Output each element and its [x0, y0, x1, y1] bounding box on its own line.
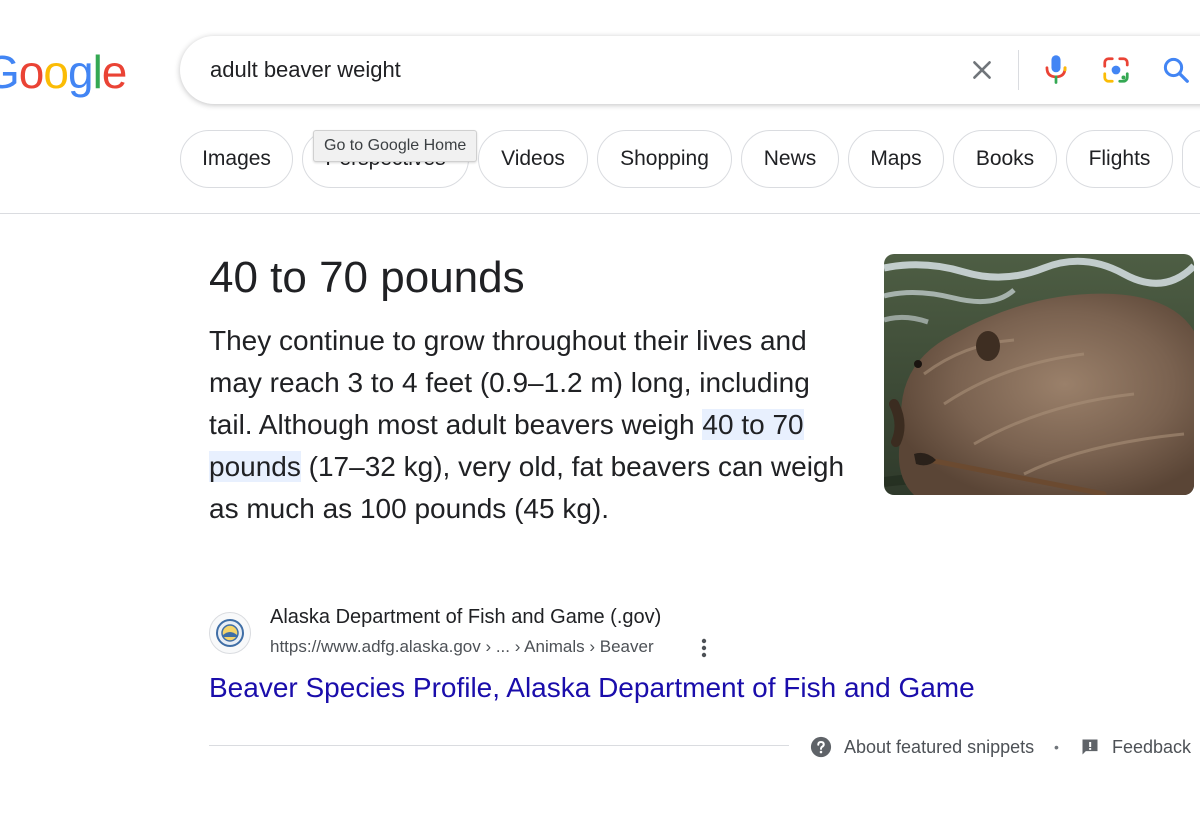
result-more-options-button[interactable]	[692, 634, 716, 662]
search-box-divider	[1018, 50, 1019, 90]
source-site-name[interactable]: Alaska Department of Fish and Game (.gov…	[270, 606, 661, 629]
chip-more-overflow[interactable]	[1182, 130, 1200, 188]
featured-snippet-text: They continue to grow throughout their l…	[209, 320, 859, 530]
chip-images[interactable]: Images	[180, 130, 293, 188]
feedback-icon	[1082, 739, 1098, 755]
snippet-text-after: (17–32 kg), very old, fat beavers can we…	[209, 451, 845, 524]
search-icon	[1163, 57, 1189, 83]
clear-search-button[interactable]	[964, 52, 1000, 88]
chip-news[interactable]: News	[741, 130, 839, 188]
search-box	[180, 36, 1200, 104]
result-title-link[interactable]: Beaver Species Profile, Alaska Departmen…	[209, 670, 975, 706]
chip-label: Flights	[1088, 147, 1151, 170]
search-input[interactable]	[210, 36, 930, 104]
microphone-icon	[1045, 55, 1067, 84]
header-divider	[0, 213, 1200, 214]
voice-search-button[interactable]	[1036, 50, 1076, 90]
help-icon	[810, 736, 832, 758]
more-vert-icon	[701, 638, 707, 658]
chip-label: Shopping	[620, 147, 709, 170]
about-featured-snippets-label: About featured snippets	[844, 736, 1035, 757]
close-icon	[973, 61, 991, 79]
feedback-button[interactable]: Feedback	[1080, 734, 1191, 760]
google-logo[interactable]: Google	[0, 44, 127, 100]
chip-books[interactable]: Books	[953, 130, 1057, 188]
chip-maps[interactable]: Maps	[848, 130, 944, 188]
site-favicon[interactable]	[209, 612, 251, 654]
chip-label: Images	[202, 147, 271, 170]
feedback-label: Feedback	[1112, 736, 1192, 757]
beaver-photo[interactable]	[884, 254, 1194, 495]
snippet-footer-divider	[209, 745, 789, 746]
chip-label: News	[763, 147, 817, 170]
chip-label: Videos	[501, 147, 565, 170]
logo-tooltip: Go to Google Home	[313, 130, 478, 162]
search-results-page: Google adult beaver weight Images Videos…	[0, 0, 1200, 813]
search-button[interactable]	[1156, 50, 1196, 90]
chip-label: Maps	[870, 147, 922, 170]
chip-label: Books	[975, 147, 1035, 170]
source-breadcrumb-url: https://www.adfg.alaska.gov › ... › Anim…	[270, 637, 654, 656]
beaver-photo-illustration	[884, 254, 1194, 495]
featured-answer: 40 to 70 pounds	[209, 253, 525, 302]
chip-flights[interactable]: Flights	[1066, 130, 1173, 188]
chip-videos[interactable]: Videos	[478, 130, 588, 188]
footer-separator: •	[1054, 739, 1059, 755]
chip-shopping[interactable]: Shopping	[597, 130, 732, 188]
google-lens-button[interactable]	[1096, 50, 1136, 90]
alaska-seal-icon	[216, 619, 244, 647]
about-featured-snippets-button[interactable]: About featured snippets	[810, 734, 1034, 760]
google-lens-icon	[1103, 57, 1129, 83]
search-filter-chips: Images Perspectives Videos Shopping News…	[0, 130, 1200, 190]
